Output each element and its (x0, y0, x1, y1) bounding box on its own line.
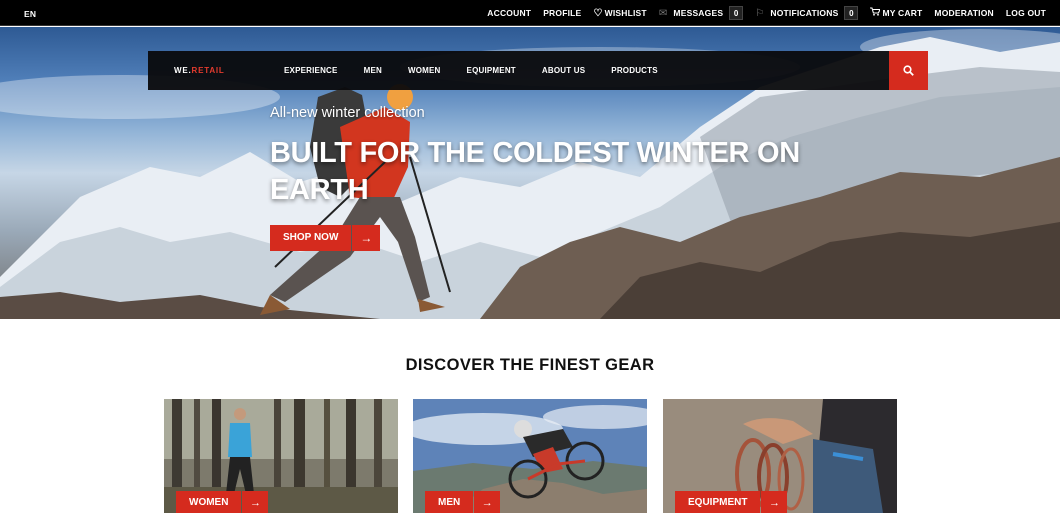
notifications-label: NOTIFICATIONS (770, 8, 839, 18)
discover-section-title: DISCOVER THE FINEST GEAR (405, 356, 655, 374)
nav-item-products[interactable]: PRODUCTS (611, 66, 658, 75)
heart-icon: ♡ (593, 7, 603, 19)
category-card-equipment[interactable]: EQUIPMENT → (663, 399, 897, 513)
cart-icon (870, 7, 882, 19)
women-category-button[interactable]: WOMEN → (176, 491, 269, 513)
profile-link[interactable]: PROFILE (543, 8, 581, 18)
men-category-button[interactable]: MEN → (425, 491, 501, 513)
wishlist-label: WISHLIST (604, 8, 647, 18)
flag-icon: ⚐ (755, 7, 765, 19)
equipment-category-button[interactable]: EQUIPMENT → (675, 491, 788, 513)
notifications-count-badge: 0 (844, 6, 859, 20)
cart-label: MY CART (882, 8, 923, 18)
logo-text-we: WE. (174, 66, 192, 75)
men-category-label: MEN (425, 491, 474, 513)
hero-subtitle: All-new winter collection (270, 105, 425, 121)
shop-now-button[interactable]: SHOP NOW → (270, 225, 381, 251)
site-logo[interactable]: WE.RETAIL (174, 66, 225, 75)
nav-items: EXPERIENCE MEN WOMEN EQUIPMENT ABOUT US … (284, 51, 684, 90)
account-link[interactable]: ACCOUNT (487, 8, 531, 18)
envelope-icon: ✉ (658, 7, 668, 19)
hero-banner: WE.RETAIL EXPERIENCE MEN WOMEN EQUIPMENT… (0, 27, 1060, 319)
moderation-link[interactable]: MODERATION (934, 8, 993, 18)
category-card-men[interactable]: MEN → (413, 399, 647, 513)
women-category-label: WOMEN (176, 491, 242, 513)
equipment-category-label: EQUIPMENT (675, 491, 761, 513)
logout-link[interactable]: LOG OUT (1006, 8, 1046, 18)
arrow-right-icon: → (242, 491, 269, 513)
account-links: ACCOUNT PROFILE ♡ WISHLIST ✉ MESSAGES 0 … (475, 0, 1046, 26)
nav-item-experience[interactable]: EXPERIENCE (284, 66, 338, 75)
wishlist-link[interactable]: ♡ WISHLIST (593, 8, 646, 19)
notifications-link[interactable]: ⚐ NOTIFICATIONS 0 (755, 6, 859, 20)
main-navigation: WE.RETAIL EXPERIENCE MEN WOMEN EQUIPMENT… (148, 51, 928, 90)
messages-link[interactable]: ✉ MESSAGES 0 (658, 6, 744, 20)
nav-item-men[interactable]: MEN (364, 66, 382, 75)
top-utility-bar: EN ACCOUNT PROFILE ♡ WISHLIST ✉ MESSAGES… (0, 0, 1060, 26)
logo-text-retail: RETAIL (191, 66, 225, 75)
messages-label: MESSAGES (673, 8, 724, 18)
nav-item-women[interactable]: WOMEN (408, 66, 441, 75)
search-icon (903, 65, 914, 76)
messages-count-badge: 0 (729, 6, 744, 20)
shop-now-label: SHOP NOW (270, 225, 352, 251)
nav-item-equipment[interactable]: EQUIPMENT (467, 66, 516, 75)
cart-link[interactable]: MY CART (870, 7, 922, 19)
search-button[interactable] (889, 51, 928, 90)
language-selector[interactable]: EN (24, 9, 36, 19)
arrow-right-icon: → (352, 225, 381, 251)
arrow-right-icon: → (761, 491, 788, 513)
hero-headline: BUILT FOR THE COLDEST WINTER ON EARTH (270, 137, 800, 206)
nav-item-about-us[interactable]: ABOUT US (542, 66, 585, 75)
category-card-women[interactable]: WOMEN → (164, 399, 398, 513)
arrow-right-icon: → (474, 491, 501, 513)
